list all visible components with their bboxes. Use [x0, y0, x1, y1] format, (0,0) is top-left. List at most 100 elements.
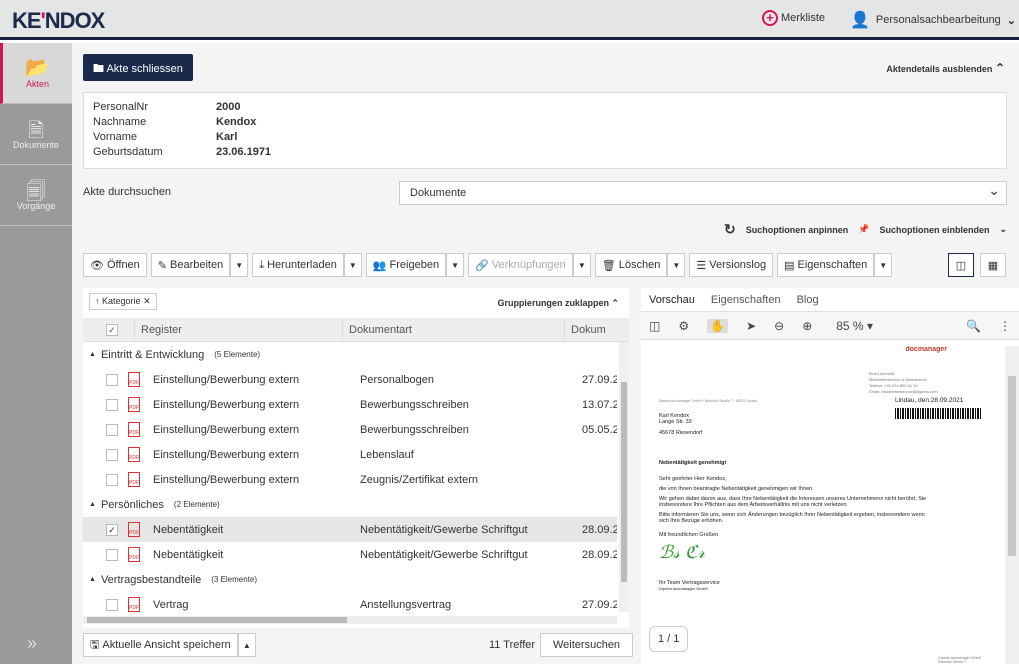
caret-icon: ▲ — [89, 351, 96, 358]
user-menu[interactable]: 👤 Personalsachbearbeitung ⌄ — [850, 10, 1016, 30]
pin-icon[interactable]: 📌 — [858, 224, 869, 235]
zoom-in-icon[interactable]: ⊕ — [802, 319, 812, 333]
tab-vorschau[interactable]: Vorschau — [649, 294, 695, 306]
column-header[interactable]: Dokum — [564, 317, 612, 342]
versionlog-label: Versionslog — [709, 259, 767, 271]
row-checkbox[interactable] — [106, 473, 118, 486]
group-header[interactable]: ▲ Eintritt & Entwicklung (5 Elemente) — [83, 342, 617, 367]
cell-register: Nebentätigkeit — [153, 523, 224, 536]
edit-button[interactable]: ✎ Bearbeiten — [150, 253, 231, 277]
pin-options-button[interactable]: Suchoptionen anpinnen — [746, 225, 849, 235]
download-dropdown[interactable]: ▼ — [343, 253, 362, 277]
grid-view-button[interactable]: ▦ — [980, 253, 1006, 277]
vertical-scrollbar[interactable] — [619, 342, 629, 612]
table-row[interactable]: PDF Einstellung/Bewerbung extern Bewerbung… — [83, 392, 617, 417]
table-row[interactable]: PDF Nebentätigkeit Nebentätigkeit/Gewerbe … — [83, 542, 617, 567]
search-more-button[interactable]: Weitersuchen — [540, 633, 634, 657]
pencil-icon: ✎ — [157, 259, 168, 272]
sidebar-item-dokumente[interactable]: 🗎 Dokumente — [0, 104, 72, 165]
show-options-button[interactable]: Suchoptionen einblenden — [879, 225, 989, 235]
sender-line: Diperia docmanager GmbH * Bahnhof-Straße… — [659, 399, 758, 403]
row-checkbox[interactable]: ✓ — [106, 523, 118, 536]
share-users-icon: 👥 — [372, 259, 387, 272]
merkliste-link[interactable]: + Merkliste — [762, 10, 825, 26]
group-header[interactable]: ▲ Vertragsbestandteile (3 Elemente) — [83, 567, 617, 592]
share-button[interactable]: 👥 Freigeben — [365, 253, 447, 277]
pdf-file-icon: PDF — [128, 422, 140, 437]
hide-details-toggle[interactable]: Aktendetails ausblenden ⌃ — [886, 61, 1005, 75]
split-view-button[interactable]: ◫ — [948, 253, 974, 277]
cell-register: Einstellung/Bewerbung extern — [153, 448, 300, 461]
group-count: (2 Elemente) — [173, 500, 220, 509]
document-page: docmanager Ihnen schreibt: Mitarbeiterser… — [645, 346, 1001, 664]
delete-dropdown[interactable]: ▼ — [667, 253, 686, 277]
cell-date: 27.09.2 — [582, 598, 617, 611]
table-row[interactable]: PDF Vertrag Anstellungsvertrag 27.09.2 — [83, 592, 617, 617]
row-checkbox[interactable] — [106, 548, 118, 561]
column-header[interactable]: Dokumentart — [342, 317, 564, 342]
links-button[interactable]: 🔗 Verknüpfungen — [468, 253, 573, 277]
tab-blog[interactable]: Blog — [797, 294, 819, 306]
refresh-icon[interactable]: ↻ — [724, 221, 736, 238]
links-dropdown[interactable]: ▼ — [572, 253, 591, 277]
row-checkbox[interactable] — [106, 598, 118, 611]
properties-dropdown[interactable]: ▼ — [874, 253, 893, 277]
save-view-dropdown[interactable]: ▲ — [237, 633, 256, 657]
cell-document-type: Anstellungsvertrag — [360, 598, 452, 611]
table-row[interactable]: PDF Einstellung/Bewerbung extern Zeugnis/Z… — [83, 467, 617, 492]
gear-icon[interactable]: ⚙ — [678, 319, 689, 333]
edit-dropdown[interactable]: ▼ — [230, 253, 249, 277]
preview-scrollbar[interactable] — [1005, 346, 1019, 664]
pdf-file-icon: PDF — [128, 547, 140, 562]
pointer-icon[interactable]: ➤ — [746, 319, 756, 333]
chevrons-down-icon[interactable]: ⌄ — [999, 224, 1007, 235]
download-button[interactable]: ⤓ Herunterladen — [252, 253, 344, 277]
group-chip-kategorie[interactable]: ↑ Kategorie ✕ — [89, 293, 157, 310]
delete-button[interactable]: 🗑 Löschen — [594, 253, 668, 277]
zoom-select[interactable]: 85 % ▾ — [836, 319, 873, 333]
kendox-logo[interactable]: KE'NDOX — [12, 8, 105, 34]
row-checkbox[interactable] — [106, 398, 118, 411]
more-icon[interactable]: ⋮ — [999, 319, 1011, 333]
horizontal-scrollbar[interactable] — [83, 616, 617, 624]
sidebar-toggle-icon[interactable]: ◫ — [649, 319, 660, 333]
share-dropdown[interactable]: ▼ — [446, 253, 465, 277]
docmanager-logo: docmanager — [905, 346, 947, 353]
save-icon: 🖫 — [90, 638, 100, 651]
row-checkbox[interactable] — [106, 373, 118, 386]
search-scope-select[interactable]: Dokumente — [399, 181, 1007, 205]
pdf-file-icon: PDF — [128, 372, 140, 387]
table-row[interactable]: PDF Einstellung/Bewerbung extern Bewerbung… — [83, 417, 617, 442]
grid-icon: ▦ — [987, 259, 999, 272]
collapse-groups-button[interactable]: Gruppierungen zuklappen ⌃ — [497, 298, 619, 309]
open-button[interactable]: 👁 Öffnen — [83, 253, 147, 277]
save-view-button[interactable]: 🖫 Aktuelle Ansicht speichern — [83, 633, 238, 657]
close-icon[interactable]: ✕ — [143, 296, 151, 306]
detail-value: Kendox — [216, 116, 257, 128]
row-checkbox[interactable] — [106, 423, 118, 436]
sidebar-item-akten[interactable]: 📂 Akten — [0, 43, 72, 104]
versionlog-button[interactable]: ☰ Versionslog — [689, 253, 774, 277]
cell-document-type: Bewerbungsschreiben — [360, 398, 469, 411]
column-header[interactable]: Register — [134, 317, 342, 342]
properties-button[interactable]: ▤ Eigenschaften — [777, 253, 875, 277]
hand-tool-icon[interactable]: ✋ — [707, 318, 729, 333]
caret-icon: ▲ — [89, 576, 96, 583]
chevrons-up-icon: ⌃ — [994, 61, 1005, 75]
cell-document-type: Personalbogen — [360, 373, 435, 386]
select-all-checkbox[interactable]: ✓ — [106, 323, 118, 336]
sidebar-item-vorgaenge[interactable]: 🗐 Vorgänge — [0, 165, 72, 226]
address-line: 45678 Riesendorf — [659, 430, 703, 436]
cell-register: Einstellung/Bewerbung extern — [153, 373, 300, 386]
tab-eigenschaften[interactable]: Eigenschaften — [711, 294, 781, 306]
table-row[interactable]: PDF Einstellung/Bewerbung extern Lebenslau… — [83, 442, 617, 467]
row-checkbox[interactable] — [106, 448, 118, 461]
zoom-out-icon[interactable]: ⊖ — [774, 319, 784, 333]
group-header[interactable]: ▲ Persönliches (2 Elemente) — [83, 492, 617, 517]
table-row[interactable]: PDF Einstellung/Bewerbung extern Personalb… — [83, 367, 617, 392]
table-row[interactable]: ✓ PDF Nebentätigkeit Nebentätigkeit/Gewerbe… — [83, 517, 617, 542]
close-file-button[interactable]: 🖿 Akte schliessen — [83, 54, 193, 81]
search-icon[interactable]: 🔍 — [966, 319, 981, 333]
expand-sidebar-icon[interactable]: » — [27, 633, 37, 654]
document-list: ↑ Kategorie ✕ Gruppierungen zuklappen ⌃ … — [83, 288, 629, 628]
